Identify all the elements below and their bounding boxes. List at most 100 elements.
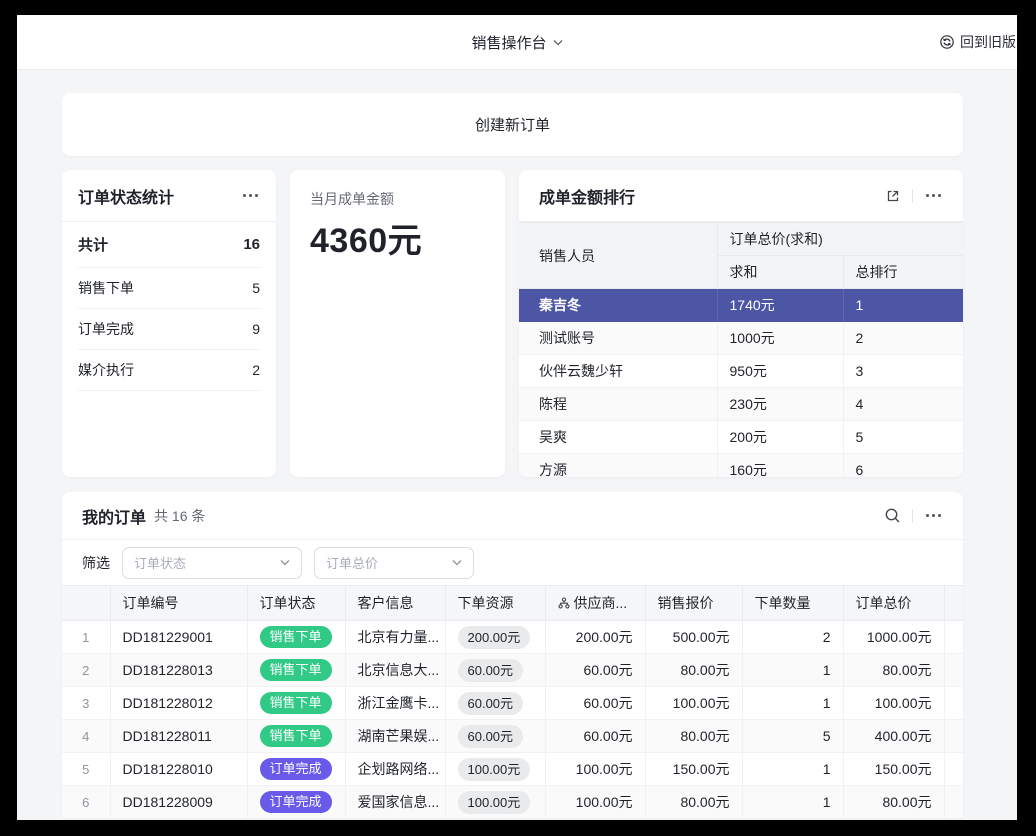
order-no: DD181228011: [110, 720, 247, 753]
customer: 湖南芒果娱...: [345, 720, 445, 753]
ranking-row[interactable]: 陈程 230元 4: [519, 388, 963, 421]
rank-name: 伙伴云魏少轩: [519, 355, 717, 388]
stat-value: 2: [252, 362, 260, 378]
col-quote[interactable]: 销售报价: [645, 586, 742, 621]
customer: 浙江金鹰卡...: [345, 687, 445, 720]
ranking-card-header: 成单金额排行: [519, 170, 963, 222]
quantity: 5: [742, 720, 843, 753]
customer: 爱国家信息...: [345, 786, 445, 819]
order-row[interactable]: 1 DD181229001 销售下单 北京有力量... 200.00元 200.…: [62, 621, 963, 654]
sales-quote: 100.00元: [645, 687, 742, 720]
restore-icon: [939, 34, 955, 50]
quantity: 2: [742, 621, 843, 654]
resource-badge: 100.00元: [458, 758, 531, 781]
order-total: 150.00元: [843, 753, 944, 786]
orders-table: 订单编号 订单状态 客户信息 下单资源: [62, 585, 963, 819]
customer: 企划路网络...: [345, 753, 445, 786]
filter-bar: 筛选 订单状态 订单总价: [62, 540, 963, 585]
order-total: 100.00元: [843, 687, 944, 720]
ranking-col-rank[interactable]: 总排行: [843, 256, 963, 289]
col-quantity[interactable]: 下单数量: [742, 586, 843, 621]
stat-row-sale[interactable]: 销售下单 5: [78, 268, 260, 309]
more-menu-icon[interactable]: [241, 190, 260, 201]
order-row[interactable]: 2 DD181228013 销售下单 北京信息大... 60.00元 60.00…: [62, 654, 963, 687]
back-to-old-version-button[interactable]: 回到旧版: [939, 15, 1017, 69]
col-total[interactable]: 订单总价: [843, 586, 944, 621]
order-total-filter-placeholder: 订单总价: [326, 553, 378, 572]
ranking-row[interactable]: 吴爽 200元 5: [519, 421, 963, 454]
monthly-amount-label: 当月成单金额: [310, 189, 485, 209]
page-content: 创建新订单 订单状态统计 共计 16 销售下单 5 订单完成: [17, 70, 1017, 819]
page-title: 销售操作台: [471, 32, 546, 53]
supplier-price: 60.00元: [545, 687, 645, 720]
my-orders-title: 我的订单: [82, 504, 146, 528]
app-window: 销售操作台 回到旧版 创建新订单: [17, 15, 1017, 820]
stat-row-media[interactable]: 媒介执行 2: [78, 350, 260, 391]
order-status-stats-card: 订单状态统计 共计 16 销售下单 5 订单完成 9 媒介执行 2: [62, 170, 276, 477]
order-row[interactable]: 6 DD181228009 订单完成 爱国家信息... 100.00元 100.…: [62, 786, 963, 819]
order-row[interactable]: 3 DD181228012 销售下单 浙江金鹰卡... 60.00元 60.00…: [62, 687, 963, 720]
orders-count: 共 16 条: [154, 506, 205, 526]
row-index: 4: [62, 720, 110, 753]
ranking-col-sum[interactable]: 求和: [717, 256, 843, 289]
col-customer[interactable]: 客户信息: [345, 586, 445, 621]
supplier-price: 100.00元: [545, 786, 645, 819]
col-status[interactable]: 订单状态: [247, 586, 345, 621]
more-menu-icon[interactable]: [924, 190, 943, 201]
chevron-down-icon: [553, 39, 563, 46]
ranking-col-person[interactable]: 销售人员: [519, 223, 717, 289]
order-status-stats-header: 订单状态统计: [62, 170, 276, 222]
ranking-col-group[interactable]: 订单总价(求和): [717, 223, 963, 256]
resource-badge: 100.00元: [458, 791, 531, 814]
status-badge: 订单完成: [260, 758, 332, 780]
row-index: 5: [62, 753, 110, 786]
create-order-button[interactable]: 创建新订单: [62, 93, 963, 156]
hierarchy-icon: [558, 597, 570, 609]
resource-badge: 60.00元: [458, 659, 524, 682]
order-row[interactable]: 4 DD181228011 销售下单 湖南芒果娱... 60.00元 60.00…: [62, 720, 963, 753]
order-total: 400.00元: [843, 720, 944, 753]
stat-label: 共计: [78, 234, 108, 255]
stat-row-total[interactable]: 共计 16: [78, 222, 260, 268]
ranking-row[interactable]: 秦吉冬 1740元 1: [519, 289, 963, 322]
status-badge: 销售下单: [260, 659, 332, 681]
resource-badge: 60.00元: [458, 725, 524, 748]
quantity: 1: [742, 753, 843, 786]
order-no: DD181228010: [110, 753, 247, 786]
ranking-row[interactable]: 方源 160元 6: [519, 454, 963, 478]
row-index: 3: [62, 687, 110, 720]
status-badge: 销售下单: [260, 626, 332, 648]
workspace-switcher[interactable]: 销售操作台: [471, 32, 562, 53]
customer: 北京信息大...: [345, 654, 445, 687]
col-resource[interactable]: 下单资源: [445, 586, 545, 621]
filter-label: 筛选: [82, 553, 110, 573]
ranking-card: 成单金额排行: [519, 170, 963, 477]
open-in-new-icon[interactable]: [885, 188, 901, 204]
ranking-row[interactable]: 测试账号 1000元 2: [519, 322, 963, 355]
rank-sum: 1740元: [717, 289, 843, 322]
col-order-no[interactable]: 订单编号: [110, 586, 247, 621]
resource-badge: 200.00元: [458, 626, 531, 649]
col-supplier[interactable]: 供应商...: [545, 586, 645, 621]
order-row[interactable]: 5 DD181228010 订单完成 企划路网络... 100.00元 100.…: [62, 753, 963, 786]
stat-row-done[interactable]: 订单完成 9: [78, 309, 260, 350]
rank-name: 方源: [519, 454, 717, 478]
rank-pos: 5: [843, 421, 963, 454]
order-total: 80.00元: [843, 786, 944, 819]
order-total: 1000.00元: [843, 621, 944, 654]
order-status-filter-select[interactable]: 订单状态: [122, 547, 302, 579]
ranking-row[interactable]: 伙伴云魏少轩 950元 3: [519, 355, 963, 388]
more-menu-icon[interactable]: [924, 510, 943, 521]
stat-label: 媒介执行: [78, 360, 134, 380]
order-total-filter-select[interactable]: 订单总价: [314, 547, 474, 579]
status-badge: 销售下单: [260, 692, 332, 714]
rank-name: 陈程: [519, 388, 717, 421]
stat-label: 订单完成: [78, 319, 134, 339]
sales-quote: 80.00元: [645, 720, 742, 753]
rank-sum: 160元: [717, 454, 843, 478]
top-bar: 销售操作台 回到旧版: [17, 15, 1017, 70]
sales-quote: 80.00元: [645, 786, 742, 819]
search-icon[interactable]: [884, 507, 901, 524]
ranking-card-title: 成单金额排行: [539, 184, 635, 208]
rank-pos: 6: [843, 454, 963, 478]
